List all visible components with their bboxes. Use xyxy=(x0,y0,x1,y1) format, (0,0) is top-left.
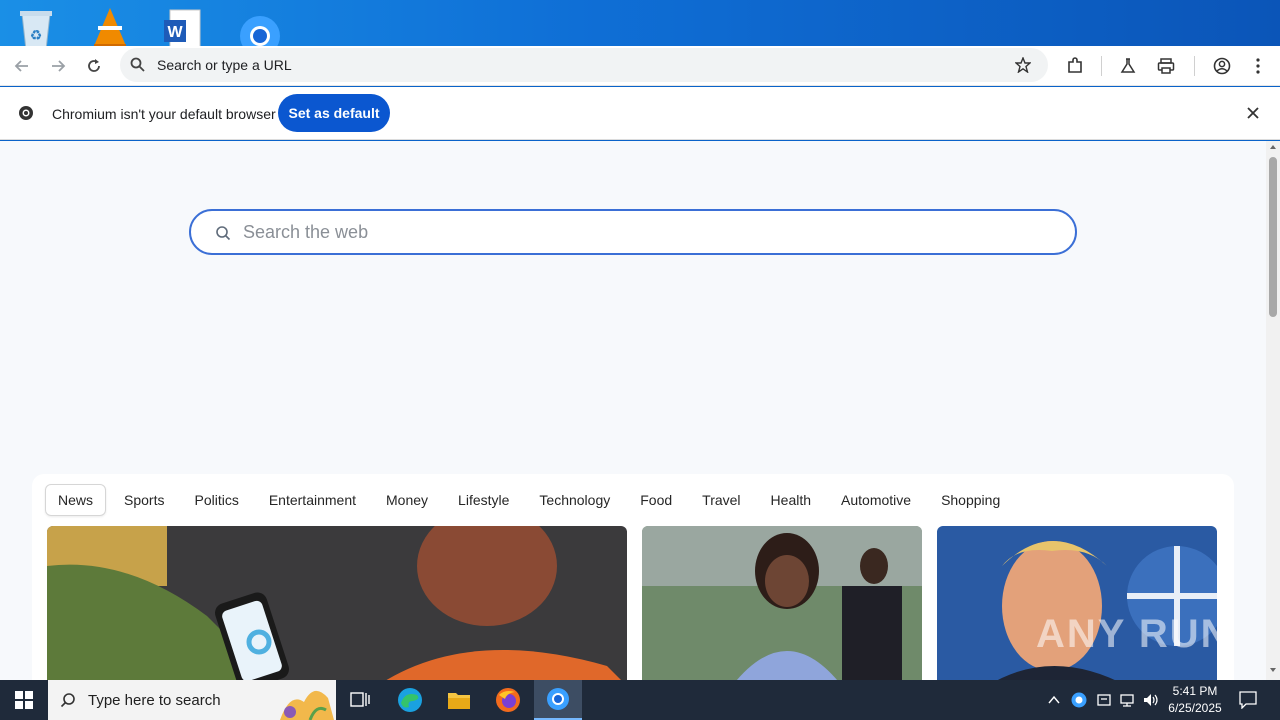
task-view-icon[interactable] xyxy=(336,680,384,720)
vlc-icon[interactable] xyxy=(88,6,132,46)
search-highlight-icon xyxy=(280,690,334,720)
tab-health[interactable]: Health xyxy=(759,484,823,516)
firefox-icon[interactable] xyxy=(484,680,532,720)
system-clock[interactable]: 5:41 PM 6/25/2025 xyxy=(1164,683,1226,717)
chromium-info-icon xyxy=(19,106,33,120)
set-as-default-button[interactable]: Set as default xyxy=(278,94,390,132)
tab-sports[interactable]: Sports xyxy=(112,484,176,516)
svg-text:W: W xyxy=(167,24,183,41)
bookmark-star-icon[interactable] xyxy=(1015,57,1031,73)
clock-time: 5:41 PM xyxy=(1172,684,1218,698)
desktop-background: ♻ W xyxy=(0,0,1280,46)
labs-flask-icon[interactable] xyxy=(1114,52,1142,80)
reload-icon[interactable] xyxy=(80,52,108,80)
feed-tabs: News Sports Politics Entertainment Money… xyxy=(45,484,1018,516)
address-bar-placeholder: Search or type a URL xyxy=(157,57,292,73)
news-card-image[interactable] xyxy=(937,526,1217,686)
svg-text:♻: ♻ xyxy=(30,27,43,43)
forward-icon[interactable] xyxy=(44,52,72,80)
menu-kebab-icon[interactable] xyxy=(1244,52,1272,80)
chromium-icon[interactable] xyxy=(238,6,282,46)
search-icon xyxy=(130,57,145,72)
tab-food[interactable]: Food xyxy=(628,484,684,516)
tab-travel[interactable]: Travel xyxy=(690,484,752,516)
notifications-icon[interactable] xyxy=(1239,691,1257,709)
new-tab-page: Search the web News Sports Politics Ente… xyxy=(0,141,1266,694)
web-search-placeholder: Search the web xyxy=(243,222,369,242)
tab-shopping[interactable]: Shopping xyxy=(929,484,1012,516)
tab-automotive[interactable]: Automotive xyxy=(829,484,923,516)
chromium-tray-icon[interactable] xyxy=(1071,692,1087,708)
toolbar-separator xyxy=(1194,56,1195,76)
tab-technology[interactable]: Technology xyxy=(527,484,622,516)
recycle-bin-icon[interactable]: ♻ xyxy=(14,6,58,46)
news-card-image[interactable] xyxy=(47,526,627,686)
print-icon[interactable] xyxy=(1152,52,1180,80)
tray-app-icon[interactable] xyxy=(1096,692,1112,708)
edge-icon[interactable] xyxy=(386,680,434,720)
taskbar-search-input[interactable]: Type here to search xyxy=(48,680,336,720)
tab-lifestyle[interactable]: Lifestyle xyxy=(446,484,521,516)
chevron-up-icon[interactable] xyxy=(1048,694,1060,706)
chromium-taskbar-icon[interactable] xyxy=(534,680,582,720)
taskbar-search-placeholder: Type here to search xyxy=(88,691,221,709)
scroll-down-icon[interactable] xyxy=(1269,666,1277,674)
default-browser-infobar: Chromium isn't your default browser Set … xyxy=(0,87,1280,140)
search-icon xyxy=(216,226,231,241)
toolbar-separator xyxy=(1101,56,1102,76)
back-icon[interactable] xyxy=(8,52,36,80)
taskbar: Type here to search 5:41 PM 6/25/2025 xyxy=(0,680,1280,720)
tab-news[interactable]: News xyxy=(45,484,107,516)
file-explorer-icon[interactable] xyxy=(435,680,483,720)
word-icon[interactable]: W xyxy=(162,6,206,46)
browser-toolbar: Search or type a URL xyxy=(0,46,1280,86)
news-card-image[interactable] xyxy=(642,526,922,686)
infobar-message: Chromium isn't your default browser xyxy=(52,106,276,122)
watermark: ANY RUN xyxy=(1036,612,1232,656)
extensions-icon[interactable] xyxy=(1061,52,1089,80)
close-icon[interactable] xyxy=(1247,107,1259,119)
profile-icon[interactable] xyxy=(1208,52,1236,80)
tab-politics[interactable]: Politics xyxy=(182,484,250,516)
tab-entertainment[interactable]: Entertainment xyxy=(257,484,368,516)
network-icon[interactable] xyxy=(1119,692,1135,708)
scroll-up-icon[interactable] xyxy=(1269,143,1277,151)
search-icon xyxy=(60,693,75,708)
page-scrollbar[interactable] xyxy=(1266,141,1280,680)
address-bar[interactable]: Search or type a URL xyxy=(120,48,1048,82)
volume-icon[interactable] xyxy=(1142,692,1160,708)
scrollbar-thumb[interactable] xyxy=(1269,157,1277,317)
tab-money[interactable]: Money xyxy=(374,484,440,516)
windows-start-icon[interactable] xyxy=(0,680,48,720)
news-feed: News Sports Politics Entertainment Money… xyxy=(32,474,1234,694)
clock-date: 6/25/2025 xyxy=(1168,701,1222,715)
web-search-input[interactable]: Search the web xyxy=(189,209,1077,255)
